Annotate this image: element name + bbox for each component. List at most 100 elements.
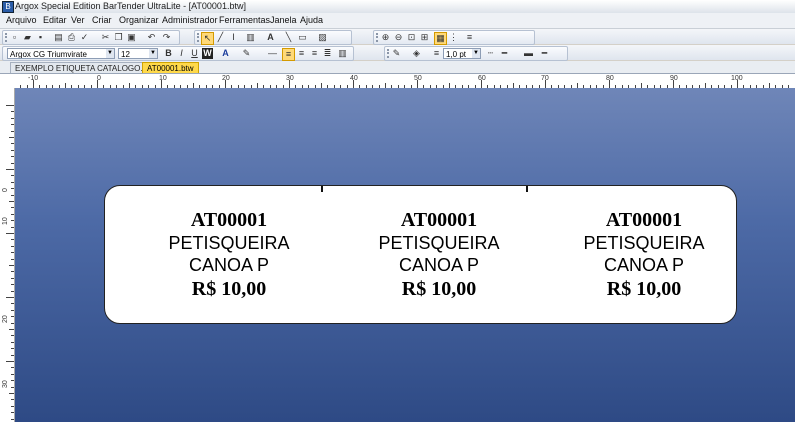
ruler-tick: [417, 80, 418, 88]
ruler-tick: [11, 220, 14, 222]
ruler-tick: [11, 380, 14, 382]
border-end-icon[interactable]: ━: [539, 48, 550, 59]
ruler-tick: [11, 188, 14, 190]
ruler-tick: [11, 252, 14, 254]
fill-color-icon[interactable]: ◈: [411, 48, 422, 59]
ruler-tick: [11, 245, 14, 247]
spell-icon[interactable]: ✓: [79, 32, 90, 43]
grid-icon[interactable]: ⋮: [448, 32, 459, 43]
ruler-tick: [161, 80, 162, 88]
ruler-tick: [353, 80, 354, 88]
ruler-tick: [11, 258, 14, 260]
ruler-tick: [9, 265, 14, 266]
font-toolbar-group: Argox CG Triumvirate ▼ 12 ▼ B I U W A ✎ …: [2, 46, 354, 61]
product-price[interactable]: R$ 10,00: [129, 276, 329, 302]
shape-icon[interactable]: ▭: [297, 32, 308, 43]
text-tool-icon[interactable]: A: [265, 32, 276, 43]
italic-icon[interactable]: I: [176, 48, 187, 59]
label-cell[interactable]: AT00001 PETISQUEIRA CANOA P R$ 10,00: [129, 208, 329, 302]
app-icon[interactable]: B: [2, 1, 14, 13]
zoom-page-icon[interactable]: ⊡: [406, 32, 417, 43]
product-price[interactable]: R$ 10,00: [339, 276, 539, 302]
label-divider-mark: [526, 186, 528, 192]
product-name[interactable]: PETISQUEIRA: [339, 232, 539, 254]
menu-administrador[interactable]: Administrador: [162, 13, 218, 28]
menu-editar[interactable]: Editar: [43, 13, 67, 28]
font-color-icon[interactable]: A: [220, 48, 231, 59]
picture-icon[interactable]: ▨: [317, 32, 328, 43]
menu-janela[interactable]: Janela: [270, 13, 297, 28]
highlight-icon[interactable]: ✎: [241, 48, 252, 59]
underline-icon[interactable]: U: [189, 48, 200, 59]
cut-icon[interactable]: ✂: [100, 32, 111, 43]
border-style-icon[interactable]: ▬: [523, 48, 534, 59]
undo-icon[interactable]: ↶: [146, 32, 157, 43]
menu-organizar[interactable]: Organizar: [119, 13, 159, 28]
menu-ajuda[interactable]: Ajuda: [300, 13, 323, 28]
paste-icon[interactable]: ▣: [126, 32, 137, 43]
open-icon[interactable]: ▰: [22, 32, 33, 43]
zoom-fit-icon[interactable]: ⊞: [419, 32, 430, 43]
list-icon[interactable]: ≡: [464, 32, 475, 43]
tab-exemplo-etiqueta[interactable]: EXEMPLO ETIQUETA CATALOGO.btw: [10, 62, 161, 73]
product-name[interactable]: PETISQUEIRA: [544, 232, 744, 254]
product-variant[interactable]: CANOA P: [544, 254, 744, 276]
product-variant[interactable]: CANOA P: [129, 254, 329, 276]
product-variant[interactable]: CANOA P: [339, 254, 539, 276]
font-size-value: 12: [121, 50, 130, 59]
line-tool-icon[interactable]: ╱: [215, 32, 226, 43]
pointer-icon[interactable]: ↖: [201, 32, 214, 45]
line-style-icon[interactable]: ┄: [485, 48, 496, 59]
ruler-tick: [11, 162, 14, 164]
ruler-tick: [11, 207, 14, 209]
line-weight-select[interactable]: 1,0 pt ▼: [443, 48, 481, 59]
columns-icon[interactable]: ▥: [337, 48, 348, 59]
title-bar: B Argox Special Edition BarTender UltraL…: [0, 0, 795, 14]
save-icon[interactable]: ▪: [35, 32, 46, 43]
tab-at00001[interactable]: AT00001.btw: [142, 62, 199, 73]
justify-icon[interactable]: ≣: [322, 48, 333, 59]
print-icon[interactable]: ⎙: [66, 32, 77, 43]
ruler-tick: [11, 322, 14, 324]
chevron-down-icon[interactable]: ▼: [106, 49, 114, 58]
print-preview-icon[interactable]: ▤: [53, 32, 64, 43]
product-price[interactable]: R$ 10,00: [544, 276, 744, 302]
template-view-icon[interactable]: ▦: [434, 32, 447, 45]
menu-arquivo[interactable]: Arquivo: [6, 13, 37, 28]
line-weight-icon[interactable]: ≡: [431, 48, 442, 59]
font-name-select[interactable]: Argox CG Triumvirate ▼: [7, 48, 115, 59]
pen-color-icon[interactable]: ✎: [391, 48, 402, 59]
text-cursor-icon[interactable]: I: [228, 32, 239, 43]
redo-icon[interactable]: ↷: [161, 32, 172, 43]
bold-icon[interactable]: B: [163, 48, 174, 59]
zoom-out-icon[interactable]: ⊖: [393, 32, 404, 43]
draw-line-icon[interactable]: ╲: [283, 32, 294, 43]
label-cell[interactable]: AT00001 PETISQUEIRA CANOA P R$ 10,00: [339, 208, 539, 302]
ruler-tick: [6, 233, 14, 234]
separator-line-icon[interactable]: —: [267, 48, 278, 59]
menu-criar[interactable]: Criar: [92, 13, 112, 28]
product-code[interactable]: AT00001: [544, 208, 744, 232]
menu-bar: Arquivo Editar Ver Criar Organizar Admin…: [0, 13, 795, 29]
chevron-down-icon[interactable]: ▼: [149, 49, 157, 58]
reverse-icon[interactable]: W: [202, 48, 213, 59]
menu-ferramentas[interactable]: Ferramentas: [219, 13, 270, 28]
menu-ver[interactable]: Ver: [71, 13, 85, 28]
copy-icon[interactable]: ❐: [113, 32, 124, 43]
chevron-down-icon[interactable]: ▼: [472, 49, 480, 58]
ruler-tick: [6, 297, 14, 298]
align-center-icon[interactable]: ≡: [296, 48, 307, 59]
new-icon[interactable]: ▫: [9, 32, 20, 43]
zoom-in-icon[interactable]: ⊕: [380, 32, 391, 43]
align-right-icon[interactable]: ≡: [309, 48, 320, 59]
label-template[interactable]: AT00001 PETISQUEIRA CANOA P R$ 10,00 AT0…: [104, 185, 737, 324]
ruler-tick: [11, 239, 14, 241]
product-code[interactable]: AT00001: [339, 208, 539, 232]
product-name[interactable]: PETISQUEIRA: [129, 232, 329, 254]
font-size-select[interactable]: 12 ▼: [118, 48, 158, 59]
product-code[interactable]: AT00001: [129, 208, 329, 232]
label-cell[interactable]: AT00001 PETISQUEIRA CANOA P R$ 10,00: [544, 208, 744, 302]
barcode-icon[interactable]: ▥: [245, 32, 256, 43]
align-left-icon[interactable]: ≡: [282, 48, 295, 61]
line-solid-icon[interactable]: ━: [499, 48, 510, 59]
